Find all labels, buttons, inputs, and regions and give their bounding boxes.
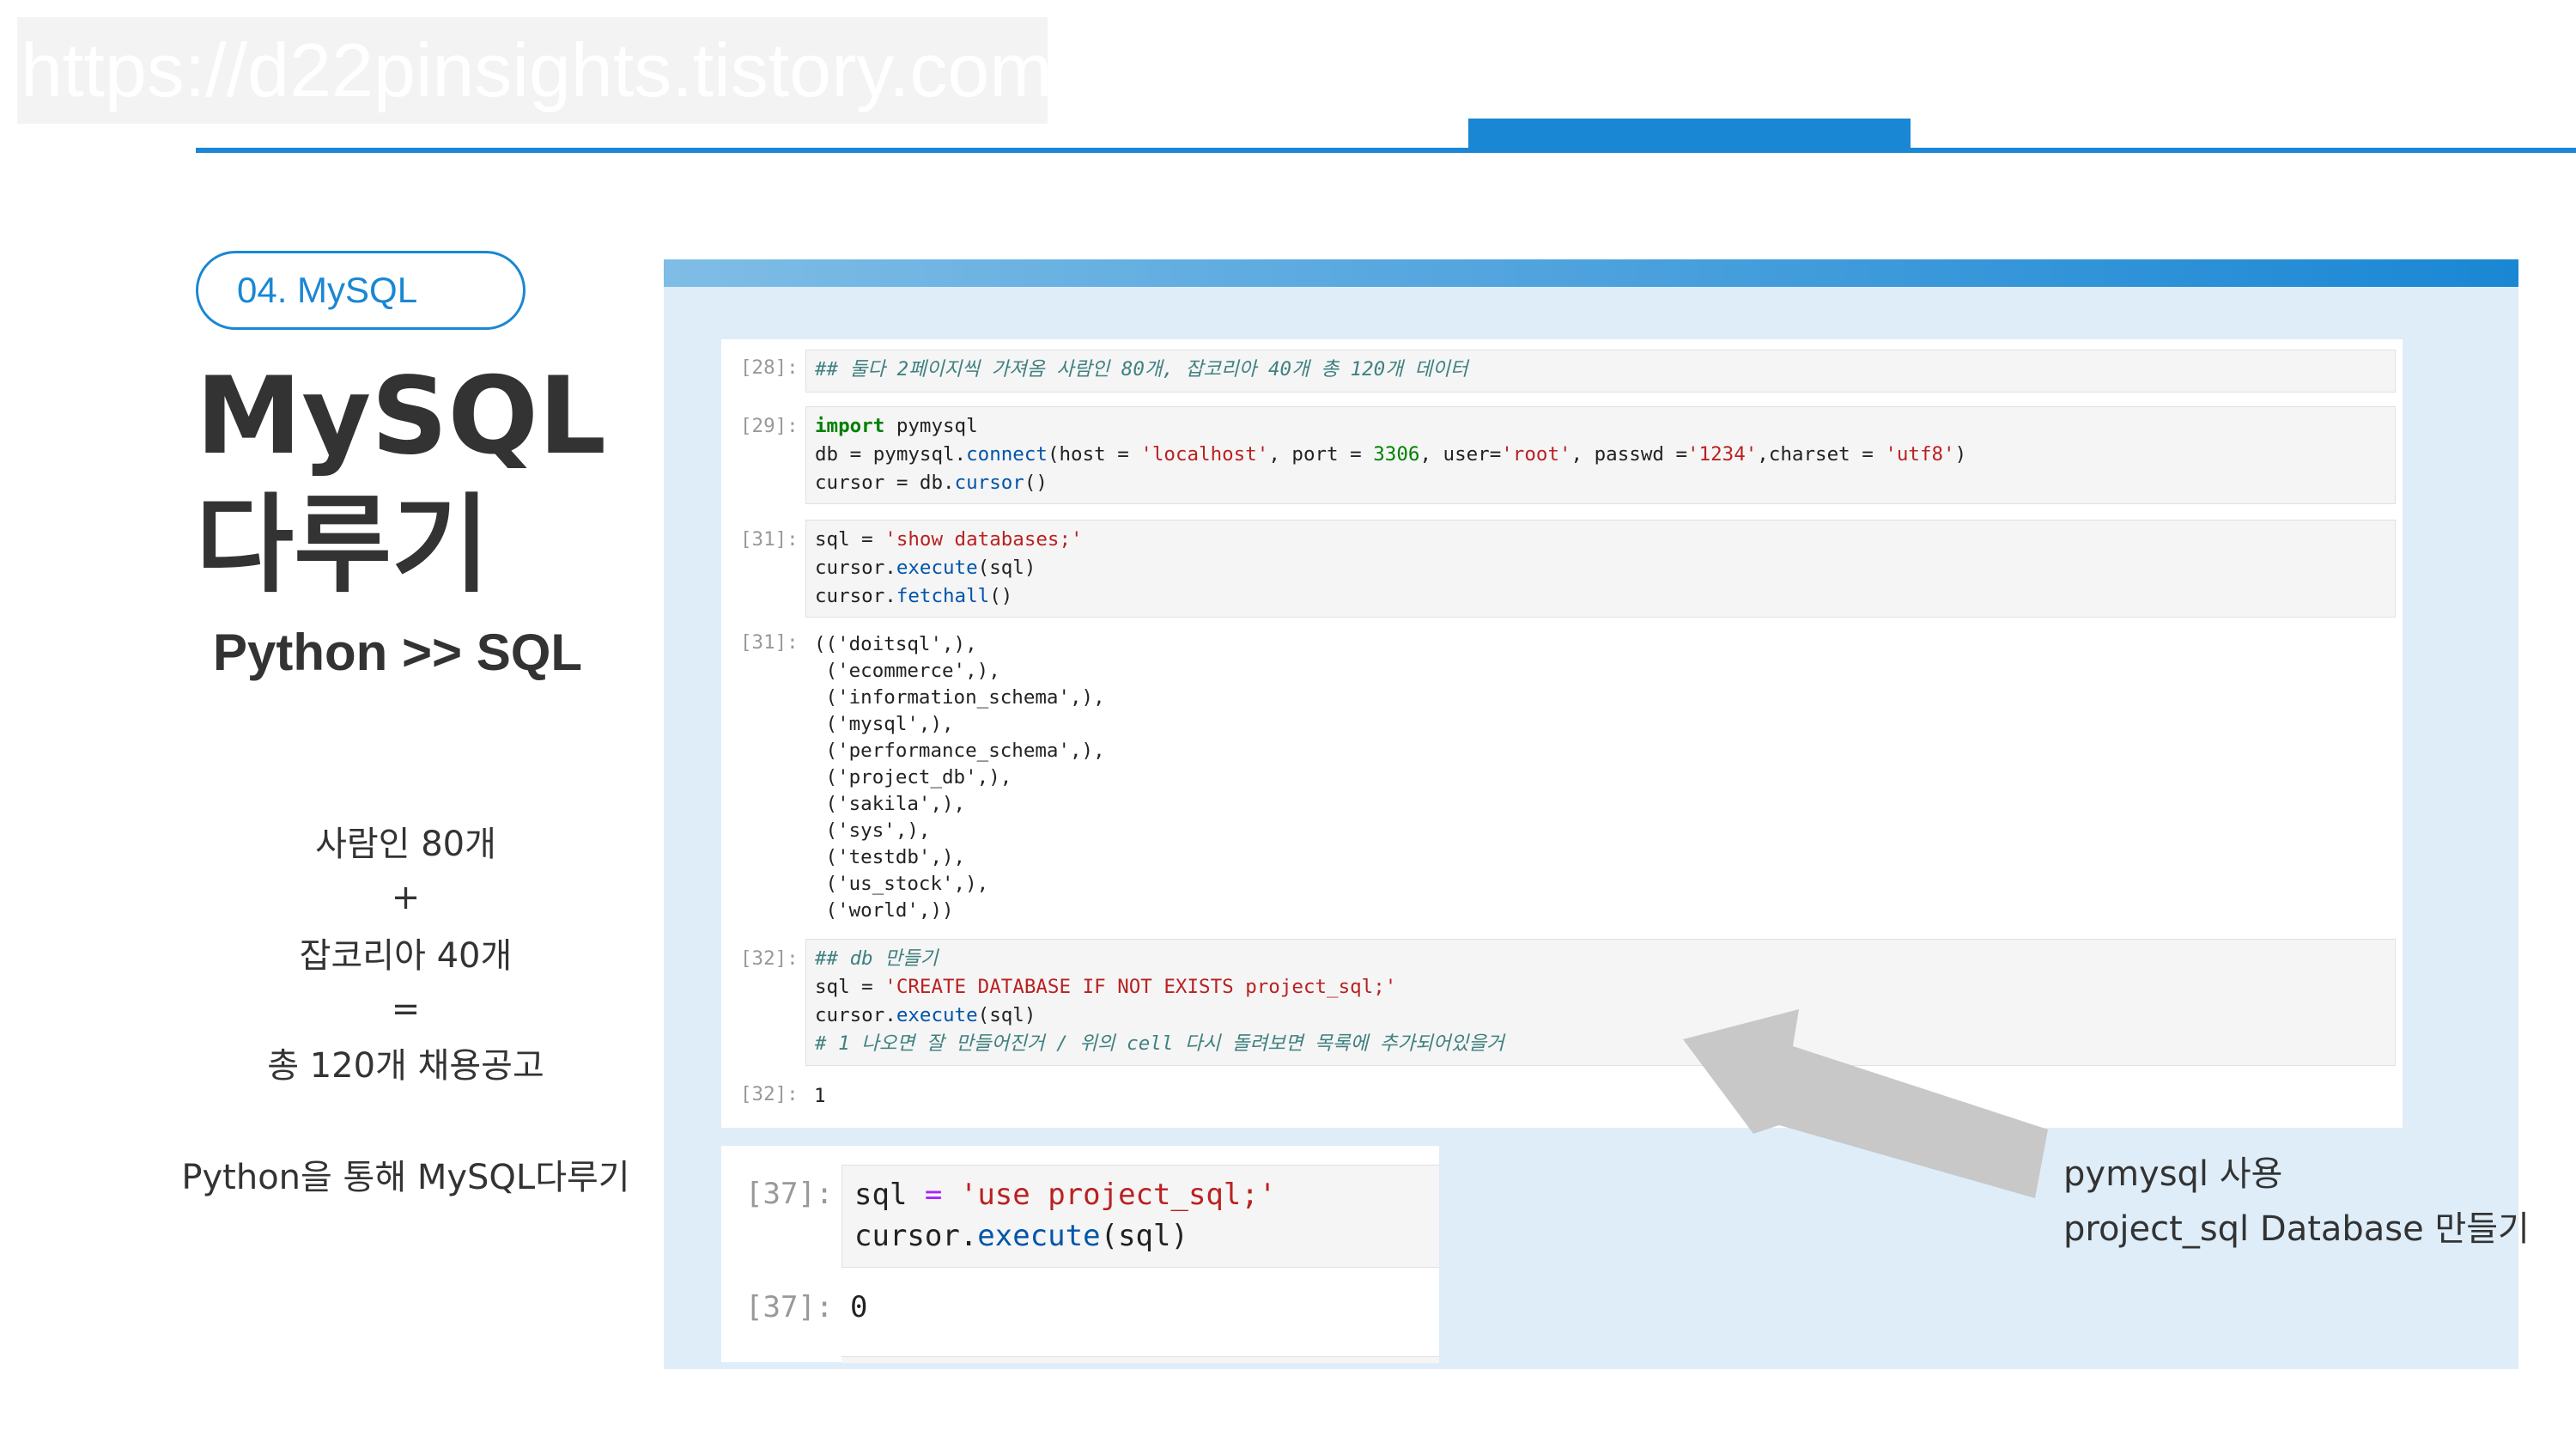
output-prompt: [31]: [740, 631, 799, 654]
output-line: ('sys',), [814, 819, 931, 842]
code-text: (sql) [1100, 1219, 1188, 1253]
output-line: (('doitsql',), [814, 633, 977, 655]
watermark: https://d22pinsights.tistory.com [17, 17, 1048, 124]
code-text: cursor. [815, 557, 896, 579]
code-text: ) [1954, 443, 1967, 466]
summary-line-2: 잡코리아 40개 [299, 936, 513, 976]
code-comment: # 1 나오면 잘 만들어진거 / 위의 cell 다시 돌려보면 목록에 추가… [815, 1032, 1504, 1055]
code-input[interactable]: sql = 'use project_sql;' cursor.execute(… [841, 1165, 1439, 1268]
code-string: 'show databases;' [884, 528, 1083, 551]
output-text: (('doitsql',), ('ecommerce',), ('informa… [805, 631, 1114, 924]
code-string: 'root' [1501, 443, 1571, 466]
code-text: (sql) [977, 1004, 1036, 1026]
output-line: ('sakila',), [814, 793, 966, 815]
page-subtitle: Python >> SQL [213, 624, 583, 681]
annotation-line-2: project_sql Database 만들기 [2063, 1209, 2530, 1249]
summary-equals: = [391, 989, 421, 1029]
code-text: sql = [815, 976, 885, 998]
output-text: 1 [814, 1085, 826, 1107]
code-function: connect [966, 443, 1048, 466]
output-line: ('information_schema',), [814, 686, 1105, 709]
code-operator: = [924, 1178, 943, 1212]
cell-prompt: [28]: [740, 356, 799, 379]
code-input[interactable]: ## 둘다 2페이지씩 가져옴 사람인 80개, 잡코리아 40개 총 120개… [805, 350, 2396, 393]
code-comment: ## 둘다 2페이지씩 가져옴 사람인 80개, 잡코리아 40개 총 120개… [815, 358, 1468, 381]
code-text: , passwd = [1571, 443, 1688, 466]
code-keyword: import [815, 415, 885, 437]
code-function: fetchall [896, 585, 990, 607]
code-comment: ## db 만들기 [815, 947, 939, 970]
code-text: () [989, 585, 1013, 607]
summary-line-4: Python을 통해 MySQL다루기 [181, 1158, 630, 1197]
output-line: ('ecommerce',), [814, 660, 1000, 682]
jupyter-notebook-zoomed: [37]: sql = 'use project_sql;' cursor.ex… [721, 1146, 1439, 1363]
code-string: 'use project_sql;' [959, 1178, 1277, 1212]
code-input[interactable]: sql = 'show databases;' cursor.execute(s… [805, 520, 2396, 618]
output-prompt: [37]: [745, 1290, 834, 1324]
code-text: cursor. [815, 1004, 896, 1026]
code-text: (host = [1047, 443, 1141, 466]
next-cell-edge [841, 1356, 1439, 1363]
output-line: ('testdb',), [814, 846, 966, 868]
code-string: 'CREATE DATABASE IF NOT EXISTS project_s… [884, 976, 1397, 998]
annotation-line-1: pymysql 사용 [2063, 1154, 2283, 1194]
output-line: ('performance_schema',), [814, 740, 1105, 762]
header-rule [196, 148, 2576, 153]
code-text: cursor = db. [815, 472, 955, 494]
code-text: () [1024, 472, 1048, 494]
code-string: 'localhost' [1140, 443, 1269, 466]
output-prompt: [32]: [740, 1083, 799, 1105]
arrow-icon [1683, 1009, 2048, 1198]
title-line-1: MySQL [196, 355, 606, 478]
cell-prompt: [32]: [740, 947, 799, 970]
cell-prompt: [37]: [745, 1177, 834, 1211]
code-text: ,charset = [1757, 443, 1886, 466]
code-input[interactable]: ## db 만들기 sql = 'CREATE DATABASE IF NOT … [805, 939, 2396, 1066]
output-text: 0 [850, 1290, 868, 1324]
code-text: cursor. [854, 1219, 978, 1253]
code-text: sql [854, 1178, 925, 1212]
code-text: pymysql [884, 415, 978, 437]
output-line: ('mysql',), [814, 713, 954, 735]
code-text: db = pymysql. [815, 443, 967, 466]
code-function: cursor [954, 472, 1024, 494]
code-text: (sql) [977, 557, 1036, 579]
title-line-2: 다루기 [196, 484, 490, 607]
summary-line-1: 사람인 80개 [315, 825, 496, 864]
output-line: ('world',)) [814, 899, 954, 922]
code-text: sql = [815, 528, 885, 551]
code-text: , user= [1419, 443, 1502, 466]
code-function: execute [977, 1219, 1101, 1253]
code-number: 3306 [1373, 443, 1420, 466]
code-string: 'utf8' [1885, 443, 1955, 466]
code-text: , port = [1268, 443, 1374, 466]
code-function: execute [896, 557, 978, 579]
code-text: cursor. [815, 585, 896, 607]
code-string: '1234' [1687, 443, 1758, 466]
summary-plus: + [391, 878, 421, 917]
output-line: ('us_stock',), [814, 873, 989, 895]
section-pill: 04. MySQL [196, 251, 526, 330]
header-accent-block [1468, 119, 1911, 151]
cell-prompt: [29]: [740, 415, 799, 437]
annotation: pymysql 사용 project_sql Database 만들기 [2063, 1147, 2530, 1257]
cell-prompt: [31]: [740, 528, 799, 551]
jupyter-notebook: [28]: ## 둘다 2페이지씩 가져옴 사람인 80개, 잡코리아 40개 … [721, 339, 2403, 1128]
panel-header-bar [664, 259, 2518, 287]
code-function: execute [896, 1004, 978, 1026]
code-input[interactable]: import pymysql db = pymysql.connect(host… [805, 406, 2396, 504]
summary-line-3: 총 120개 채용공고 [267, 1046, 544, 1086]
output-line: ('project_db',), [814, 766, 1012, 788]
page-title: MySQL 다루기 [196, 352, 606, 610]
